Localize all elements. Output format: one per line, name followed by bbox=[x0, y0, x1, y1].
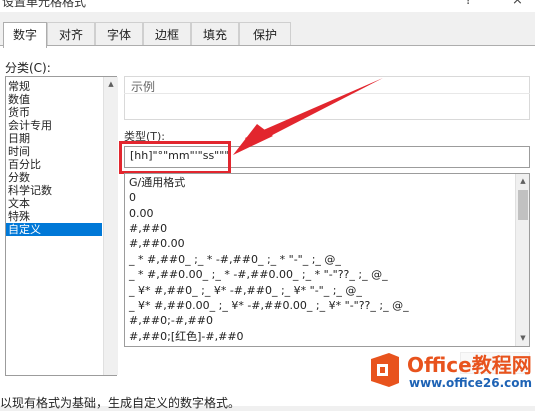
format-item[interactable]: _ ¥* #,##0_ ;_ ¥* -#,##0_ ;_ ¥* "-"_ ;_ … bbox=[129, 283, 509, 298]
help-button[interactable]: ? bbox=[465, 0, 472, 8]
category-item-special[interactable]: 特殊 bbox=[6, 210, 102, 223]
tab-strip: 数字 对齐 字体 边框 填充 保护 bbox=[0, 22, 535, 48]
format-item[interactable]: _ * #,##0.00_ ;_ * -#,##0.00_ ;_ * "-"??… bbox=[129, 267, 509, 282]
title-bar: 设置单元格格式 ? × bbox=[0, 0, 535, 12]
scroll-up-arrow-icon[interactable]: ▲ bbox=[104, 79, 118, 89]
category-item-text[interactable]: 文本 bbox=[6, 197, 102, 210]
category-item-general[interactable]: 常规 bbox=[6, 80, 102, 93]
tab-border[interactable]: 边框 bbox=[143, 22, 191, 46]
category-item-number[interactable]: 数值 bbox=[6, 93, 102, 106]
format-item[interactable]: _ * #,##0_ ;_ * -#,##0_ ;_ * "-"_ ;_ @_ bbox=[129, 252, 509, 267]
tab-alignment[interactable]: 对齐 bbox=[47, 22, 95, 46]
tab-number[interactable]: 数字 bbox=[3, 22, 47, 48]
scroll-down-arrow-icon[interactable]: ▼ bbox=[516, 333, 529, 343]
category-item-custom[interactable]: 自定义 bbox=[6, 223, 102, 236]
format-item[interactable]: _ ¥* #,##0.00_ ;_ ¥* -#,##0.00_ ;_ ¥* "-… bbox=[129, 298, 509, 313]
watermark-url: www.office26.com bbox=[409, 376, 533, 390]
format-item[interactable]: #,##0;-#,##0 bbox=[129, 313, 509, 328]
tab-font[interactable]: 字体 bbox=[95, 22, 143, 46]
scroll-thumb[interactable] bbox=[518, 190, 528, 220]
description-text: 以现有格式为基础，生成自定义的数字格式。 bbox=[0, 396, 241, 410]
category-item-scientific[interactable]: 科学记数 bbox=[6, 184, 102, 197]
format-scrollbar[interactable]: ▲ ▼ bbox=[515, 174, 529, 346]
highlight-box bbox=[119, 141, 231, 174]
office-logo-icon bbox=[371, 353, 399, 387]
category-item-time[interactable]: 时间 bbox=[6, 145, 102, 158]
close-button[interactable]: × bbox=[512, 0, 523, 8]
format-item[interactable]: #,##0.00 bbox=[129, 236, 509, 251]
watermark-brand: Office教程网 bbox=[407, 353, 532, 377]
category-label: 分类(C): bbox=[5, 61, 51, 75]
format-item[interactable]: 0.00 bbox=[129, 206, 509, 221]
format-item[interactable]: 0 bbox=[129, 190, 509, 205]
category-scrollbar[interactable]: ▲ bbox=[103, 77, 118, 375]
watermark: Office教程网 www.office26.com bbox=[365, 345, 535, 397]
format-list[interactable]: G/通用格式 0 0.00 #,##0 #,##0.00 _ * #,##0_ … bbox=[124, 173, 530, 347]
category-list[interactable]: 常规 数值 货币 会计专用 日期 时间 百分比 分数 科学记数 文本 特殊 自定… bbox=[5, 76, 118, 376]
category-item-date[interactable]: 日期 bbox=[6, 132, 102, 145]
format-item[interactable]: #,##0;[红色]-#,##0 bbox=[129, 329, 509, 344]
arrow-annotation bbox=[233, 78, 383, 155]
dialog-title: 设置单元格格式 bbox=[2, 0, 87, 9]
category-item-accounting[interactable]: 会计专用 bbox=[6, 119, 102, 132]
tab-fill[interactable]: 填充 bbox=[191, 22, 239, 46]
category-item-currency[interactable]: 货币 bbox=[6, 106, 102, 119]
category-item-fraction[interactable]: 分数 bbox=[6, 171, 102, 184]
format-item[interactable]: #,##0 bbox=[129, 221, 509, 236]
format-item[interactable]: G/通用格式 bbox=[129, 175, 509, 190]
scroll-up-arrow-icon[interactable]: ▲ bbox=[516, 176, 529, 186]
category-item-percentage[interactable]: 百分比 bbox=[6, 158, 102, 171]
tab-protection[interactable]: 保护 bbox=[239, 22, 291, 46]
